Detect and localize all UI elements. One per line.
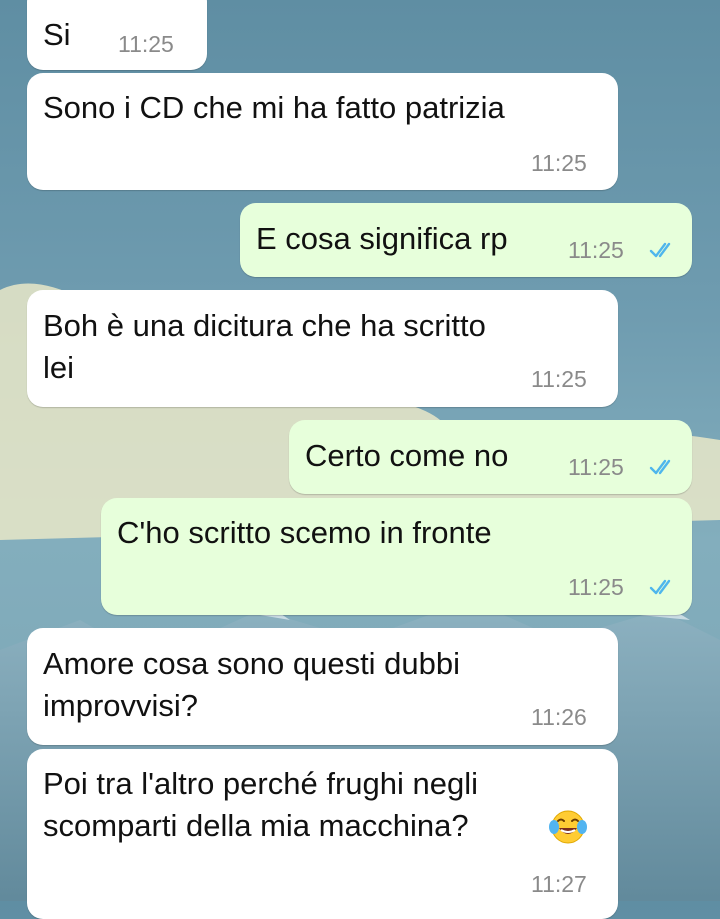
message-text: Certo come no <box>305 438 509 473</box>
double-check-icon <box>649 242 671 258</box>
message-text-line: scomparti della mia macchina? <box>43 808 469 843</box>
message-bubble-incoming[interactable]: Poi tra l'altro perché frughi negli scom… <box>27 749 618 919</box>
message-text-line: improvvisi? <box>43 688 199 723</box>
message-timestamp: 11:26 <box>531 704 587 730</box>
message-timestamp: 11:25 <box>531 366 587 392</box>
message-text-line: Poi tra l'altro perché frughi negli <box>43 766 478 801</box>
tears-of-joy-emoji <box>549 810 587 844</box>
message-timestamp: 11:25 <box>568 454 624 480</box>
message-bubble-incoming[interactable]: Si 11:25 <box>27 0 207 70</box>
message-bubble-outgoing[interactable]: Certo come no 11:25 <box>289 420 692 494</box>
message-text-line: Amore cosa sono questi dubbi <box>43 646 461 681</box>
message-bubble-incoming[interactable]: Sono i CD che mi ha fatto patrizia 11:25 <box>27 73 618 190</box>
message-bubble-incoming[interactable]: Boh è una dicitura che ha scritto lei 11… <box>27 290 618 407</box>
double-check-icon <box>649 459 671 475</box>
message-text: C'ho scritto scemo in fronte <box>117 515 492 550</box>
message-timestamp: 11:25 <box>568 237 624 263</box>
message-timestamp: 11:25 <box>118 31 174 57</box>
message-bubble-outgoing[interactable]: C'ho scritto scemo in fronte 11:25 <box>101 498 692 615</box>
double-check-icon <box>649 579 671 595</box>
message-text: E cosa significa rp <box>256 221 508 256</box>
message-text: Sono i CD che mi ha fatto patrizia <box>43 90 505 125</box>
message-text-line: Boh è una dicitura che ha scritto <box>43 308 486 343</box>
message-bubble-incoming[interactable]: Amore cosa sono questi dubbi improvvisi?… <box>27 628 618 745</box>
message-text: Si <box>43 17 71 52</box>
message-timestamp: 11:25 <box>568 574 624 600</box>
message-text-line: lei <box>43 350 75 385</box>
message-bubble-outgoing[interactable]: E cosa significa rp 11:25 <box>240 203 692 277</box>
message-timestamp: 11:27 <box>531 871 587 897</box>
message-timestamp: 11:25 <box>531 150 587 176</box>
